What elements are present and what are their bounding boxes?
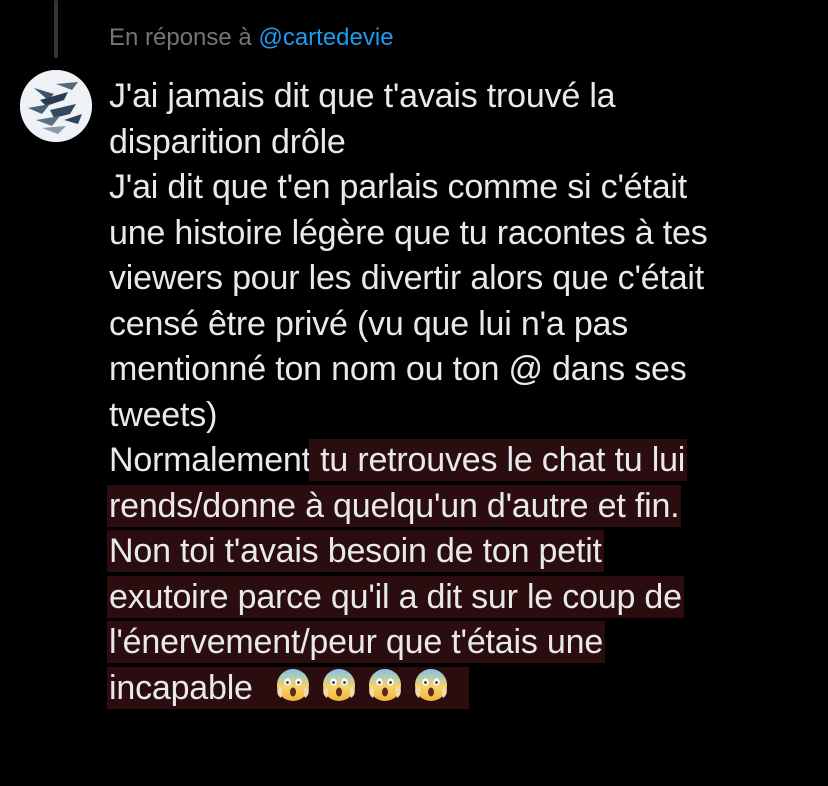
text-highlight: l'énervement/peur que t'étais une <box>109 623 604 661</box>
tweet-body: J'ai jamais dit que t'avais trouvé la di… <box>109 74 799 711</box>
face-screaming-in-fear-icon <box>275 667 311 703</box>
tweet-line: l'énervement/peur que t'étais une <box>109 620 799 666</box>
avatar[interactable] <box>20 70 92 142</box>
text-highlight: rends/donne à quelqu'un d'autre et fin. <box>109 486 680 525</box>
tweet-line: viewers pour les divertir alors que c'ét… <box>109 259 705 297</box>
reply-prefix: En réponse à <box>109 24 252 51</box>
tweet-line: Normalement tu retrouves le chat tu lui <box>109 438 799 484</box>
text-highlight: tu retrouves le chat tu lui <box>310 441 686 479</box>
text-highlight: exutoire parce qu'il a dit sur le coup d… <box>109 577 682 616</box>
reply-handle-link[interactable]: @cartedevie <box>258 24 393 51</box>
avatar-image <box>20 70 92 142</box>
face-screaming-in-fear-icon <box>321 667 357 703</box>
face-screaming-in-fear-icon <box>367 667 403 703</box>
thread-connector-line <box>54 0 58 58</box>
tweet-line: rends/donne à quelqu'un d'autre et fin. <box>109 484 799 530</box>
tweet-line: tweets) <box>109 395 218 434</box>
text-highlight: incapable <box>109 667 468 707</box>
tweet-line: exutoire parce qu'il a dit sur le coup d… <box>109 575 799 621</box>
tweet-line: une histoire légère que tu racontes à te… <box>109 213 708 252</box>
tweet-line: J'ai dit que t'en parlais comme si c'éta… <box>109 168 688 206</box>
tweet-line: Non toi t'avais besoin de ton petit <box>109 529 799 575</box>
tweet-line: incapable <box>109 666 799 712</box>
face-screaming-in-fear-icon <box>413 667 449 703</box>
tweet-line: mentionné ton nom ou ton @ dans ses <box>109 350 687 388</box>
tweet-line: J'ai jamais dit que t'avais trouvé la <box>109 77 616 115</box>
text-highlight: Non toi t'avais besoin de ton petit <box>109 532 602 570</box>
tweet-text-highlighted: incapable <box>109 668 253 707</box>
reply-context: En réponse à @cartedevie <box>109 22 394 54</box>
tweet-line: disparition drôle <box>109 122 346 161</box>
tweet-text-plain: Normalement <box>109 441 311 479</box>
tweet-line: censé être privé (vu que lui n'a pas <box>109 304 629 343</box>
